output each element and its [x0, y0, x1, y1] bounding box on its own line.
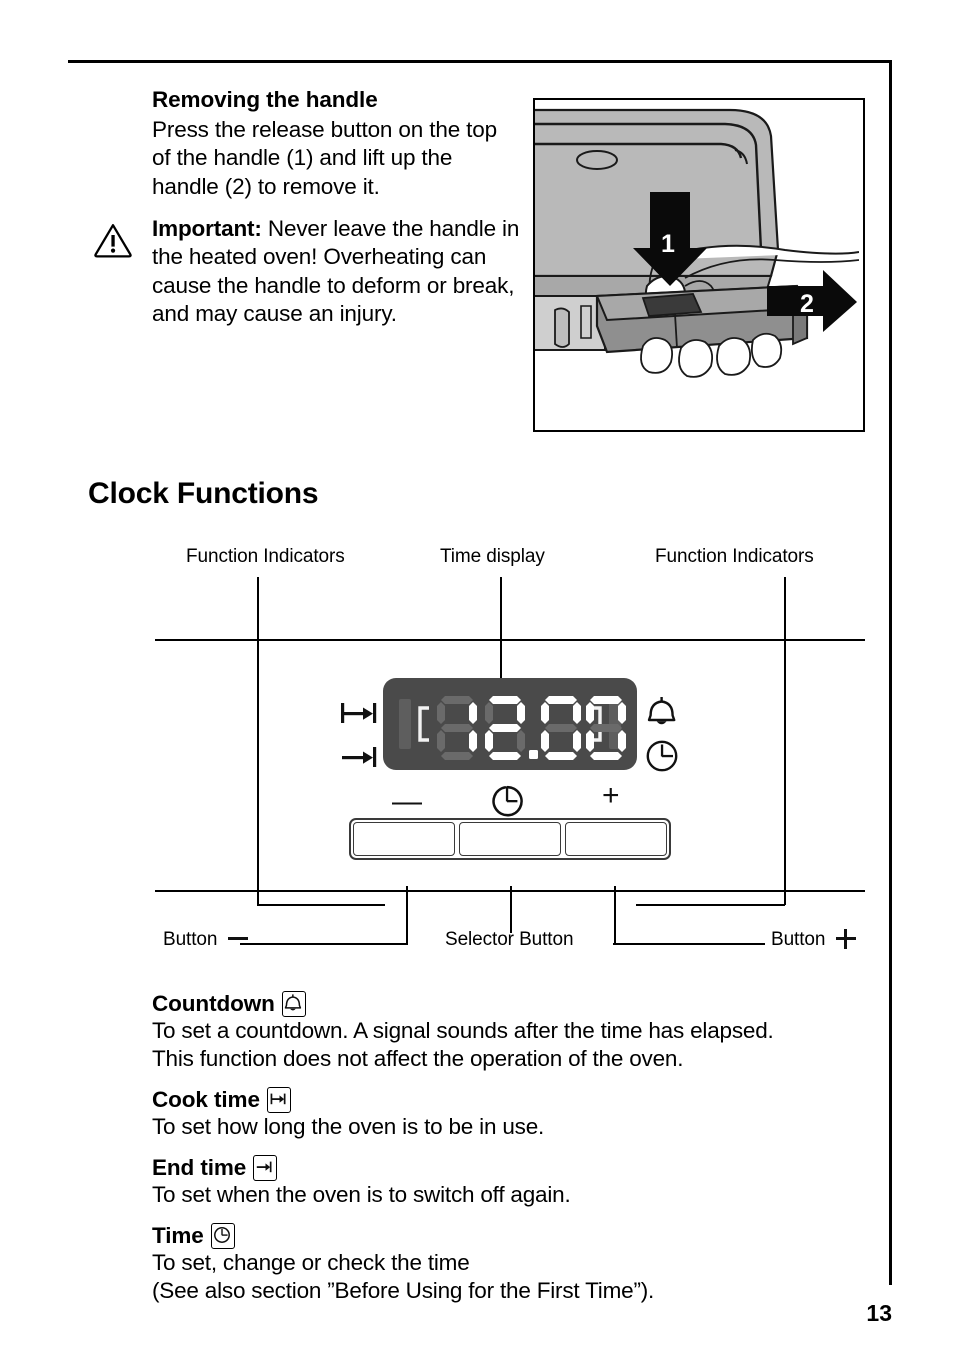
- minus-glyph: [227, 937, 248, 940]
- function-countdown-heading: Countdown: [152, 990, 882, 1017]
- page-number: 13: [866, 1300, 892, 1326]
- page-title: Clock Functions: [88, 477, 319, 510]
- leader-right-horizontal: [636, 904, 785, 906]
- function-cook-time-heading: Cook time: [152, 1086, 882, 1113]
- callout-button-minus: Button: [163, 929, 248, 951]
- seven-segment-digits: [399, 696, 626, 760]
- time-display: [383, 678, 637, 770]
- function-cook-time-line-1: To set how long the oven is to be in use…: [152, 1114, 545, 1139]
- function-time-line-2: (See also section ”Before Using for the …: [152, 1278, 655, 1304]
- button-row: [349, 818, 671, 860]
- bell-icon: [281, 990, 306, 1017]
- clock-icon: [210, 1222, 235, 1249]
- leader-plus-vertical: [614, 886, 616, 944]
- warning-triangle-icon: [93, 222, 133, 258]
- function-countdown: Countdown To set a countdown. A signal s…: [152, 990, 882, 1074]
- button-minus-symbol: —: [392, 785, 422, 818]
- function-time: Time To set, change or check the time (S…: [152, 1222, 882, 1306]
- button-plus[interactable]: [565, 822, 667, 856]
- intro-text-block: Removing the handle Press the release bu…: [152, 86, 520, 328]
- callout-function-indicators-right: Function Indicators: [655, 546, 814, 567]
- function-countdown-line-1: To set a countdown. A signal sounds afte…: [152, 1018, 774, 1043]
- function-time-title: Time: [152, 1223, 204, 1248]
- leader-plus-horizontal: [613, 943, 765, 946]
- callout-function-indicators-left: Function Indicators: [186, 546, 345, 567]
- bell-icon: [645, 696, 679, 733]
- clock-panel-diagram: Function Indicators Time display Functio…: [0, 525, 954, 970]
- leader-right-vertical: [784, 577, 786, 905]
- page-frame-top-rule: [68, 60, 892, 63]
- function-time-line-1: To set, change or check the time: [152, 1250, 470, 1275]
- callout-button-plus-label: Button: [771, 929, 826, 950]
- end-time-icon: [339, 744, 379, 775]
- leader-minus-vertical: [406, 886, 408, 944]
- diagram-upper-rule: [155, 639, 865, 641]
- callout-button-plus: Button: [771, 929, 856, 951]
- manual-page: Removing the handle Press the release bu…: [0, 0, 954, 1352]
- leader-left-vertical: [257, 577, 259, 905]
- function-cook-time: Cook time To set how long the oven is to…: [152, 1086, 882, 1141]
- intro-paragraph-1: Press the release button on the top of t…: [152, 116, 497, 199]
- svg-text:2: 2: [800, 290, 814, 318]
- function-end-time: End time To set when the oven is to swit…: [152, 1154, 882, 1209]
- callout-time-display: Time display: [440, 546, 545, 567]
- clock-icon: [645, 739, 679, 778]
- callout-selector-button: Selector Button: [445, 929, 574, 950]
- button-minus[interactable]: [353, 822, 455, 856]
- button-plus-symbol: +: [602, 779, 620, 812]
- leader-minus-horizontal: [240, 943, 408, 946]
- function-countdown-title: Countdown: [152, 991, 275, 1016]
- leader-selector-vertical: [510, 886, 512, 933]
- intro-heading: Removing the handle: [152, 87, 378, 112]
- function-end-time-line-1: To set when the oven is to switch off ag…: [152, 1182, 571, 1207]
- callout-button-minus-label: Button: [163, 929, 218, 950]
- function-time-heading: Time: [152, 1222, 882, 1249]
- button-selector[interactable]: [459, 822, 561, 856]
- function-countdown-line-2: This function does not affect the operat…: [152, 1046, 684, 1072]
- svg-text:1: 1: [661, 230, 675, 258]
- important-label: Important:: [152, 215, 262, 241]
- oven-door-handle-removal-illustration: 1 2: [533, 98, 865, 432]
- function-end-time-title: End time: [152, 1155, 247, 1180]
- cook-time-icon: [339, 700, 379, 731]
- plus-glyph: [835, 929, 856, 949]
- function-cook-time-title: Cook time: [152, 1087, 260, 1112]
- function-end-time-heading: End time: [152, 1154, 882, 1181]
- cook-time-icon: [266, 1086, 291, 1113]
- leader-left-horizontal: [257, 904, 385, 906]
- intro-paragraph-2: Important: Never leave the handle in the…: [152, 215, 520, 328]
- end-time-icon: [253, 1154, 278, 1181]
- leader-center-vertical: [500, 577, 502, 678]
